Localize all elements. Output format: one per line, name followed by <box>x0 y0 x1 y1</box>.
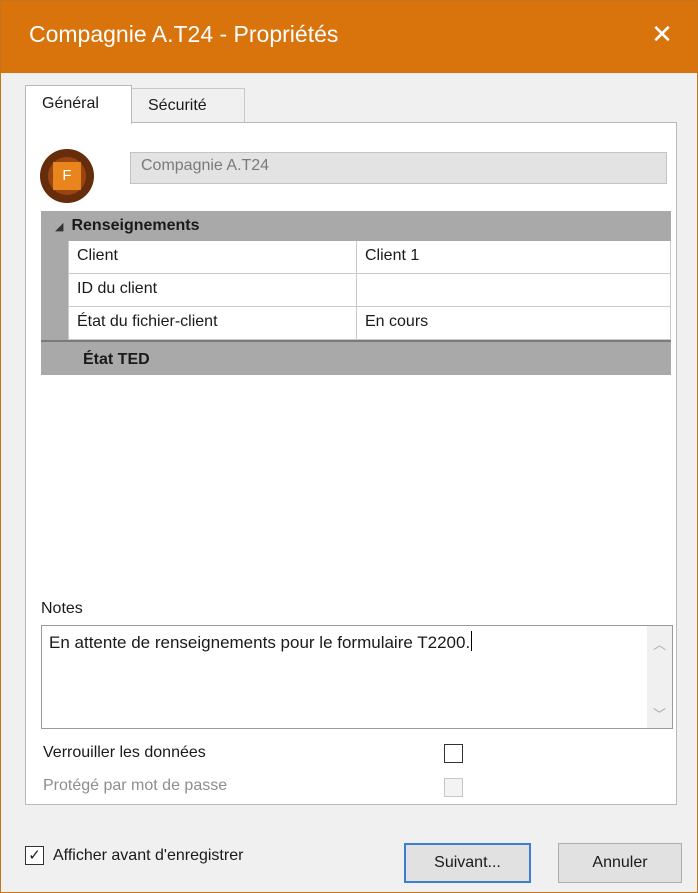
client-avatar-icon: F <box>40 149 94 203</box>
property-grid: ◢ Renseignements Client Client 1 ID du cl… <box>41 211 671 375</box>
group-body: Client Client 1 ID du client État du fic… <box>41 241 671 340</box>
tab-general[interactable]: Général <box>25 85 132 124</box>
lock-data-checkbox[interactable] <box>444 744 463 763</box>
property-row-client[interactable]: Client Client 1 <box>68 241 671 274</box>
property-rows: Client Client 1 ID du client État du fic… <box>68 241 671 340</box>
notes-scrollbar[interactable]: ︿ ﹀ <box>647 626 672 728</box>
group-header-renseignements[interactable]: ◢ Renseignements <box>41 211 671 241</box>
group-header-etat-ted[interactable]: État TED <box>41 340 671 375</box>
property-row-client-id[interactable]: ID du client <box>68 274 671 307</box>
property-label: Client <box>69 241 357 273</box>
avatar-letter: F <box>53 162 81 190</box>
group-title: Renseignements <box>71 217 200 234</box>
title-bar[interactable]: Compagnie A.T24 - Propriétés ✕ <box>1 1 697 73</box>
show-before-save-label: Afficher avant d'enregistrer <box>53 847 244 864</box>
client-name-field: Compagnie A.T24 <box>130 152 667 184</box>
lock-data-label: Verrouiller les données <box>43 744 206 761</box>
window-title: Compagnie A.T24 - Propriétés <box>29 21 339 47</box>
notes-textarea[interactable]: En attente de renseignements pour le for… <box>41 625 673 729</box>
tab-panel-general: F Compagnie A.T24 ◢ Renseignements Client… <box>25 122 677 805</box>
tab-security[interactable]: Sécurité <box>132 88 245 124</box>
text-caret <box>471 631 473 651</box>
password-protected-label: Protégé par mot de passe <box>43 777 228 794</box>
notes-label: Notes <box>41 600 83 617</box>
scroll-down-icon[interactable]: ﹀ <box>653 704 666 723</box>
password-protected-checkbox[interactable] <box>444 778 463 797</box>
collapse-triangle-icon[interactable]: ◢ <box>55 212 63 242</box>
scroll-up-icon[interactable]: ︿ <box>653 634 666 653</box>
close-icon[interactable]: ✕ <box>645 17 679 51</box>
property-value[interactable]: En cours <box>357 307 671 339</box>
show-before-save-checkbox[interactable]: ✓ <box>25 846 44 865</box>
next-button[interactable]: Suivant... <box>404 843 531 883</box>
property-label: État du fichier-client <box>69 307 357 339</box>
property-value[interactable] <box>357 274 671 306</box>
property-row-file-status[interactable]: État du fichier-client En cours <box>68 307 671 340</box>
cancel-button[interactable]: Annuler <box>558 843 682 883</box>
group-gutter <box>41 241 68 340</box>
notes-text: En attente de renseignements pour le for… <box>49 633 471 652</box>
properties-dialog: Compagnie A.T24 - Propriétés ✕ Général S… <box>0 0 698 893</box>
property-value[interactable]: Client 1 <box>357 241 671 273</box>
property-label: ID du client <box>69 274 357 306</box>
